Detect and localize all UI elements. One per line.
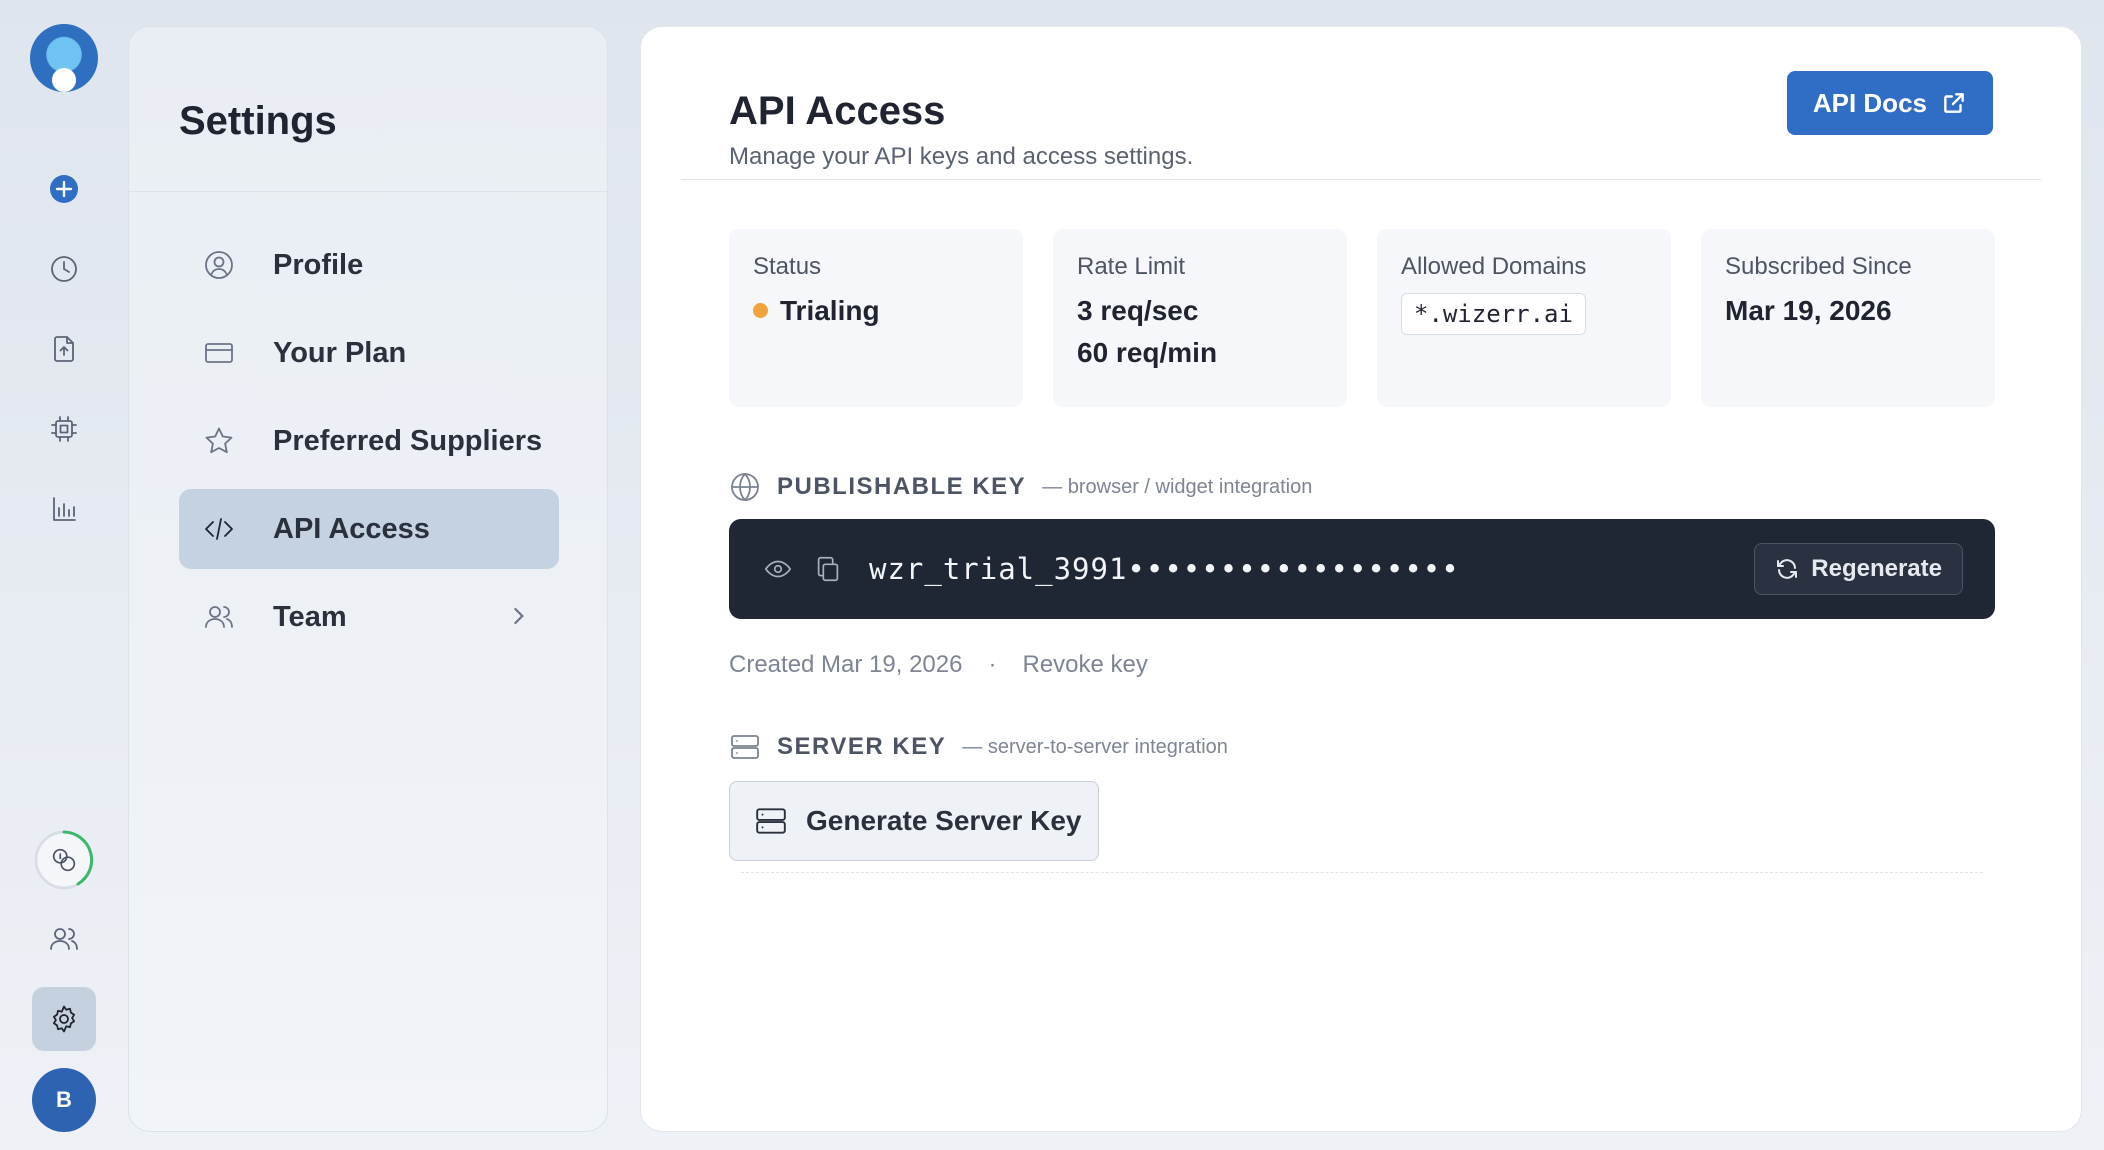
page-title: API Access bbox=[729, 89, 946, 133]
avatar[interactable]: B bbox=[32, 1068, 96, 1132]
gear-icon bbox=[53, 1005, 75, 1033]
star-icon bbox=[179, 425, 259, 457]
server-icon bbox=[756, 808, 786, 834]
sidebar-item-preferred-suppliers[interactable]: Preferred Suppliers bbox=[179, 401, 559, 481]
credits-indicator[interactable] bbox=[34, 830, 94, 890]
server-key-title: SERVER KEY bbox=[777, 733, 947, 760]
sidebar-item-profile[interactable]: Profile bbox=[179, 225, 559, 305]
copy-key-button[interactable] bbox=[813, 554, 843, 584]
settings-divider bbox=[129, 191, 607, 192]
section-divider bbox=[741, 872, 1983, 873]
key-created-date: Created Mar 19, 2026 bbox=[729, 651, 963, 678]
publishable-key-value[interactable]: wzr_trial_3991•••••••••••••••••• bbox=[869, 552, 1460, 586]
chip-icon bbox=[51, 416, 77, 442]
sidebar-item-api-access[interactable]: API Access bbox=[179, 489, 559, 569]
rate-limit-per-sec: 3 req/sec bbox=[1077, 295, 1199, 326]
sidebar-item-label: Preferred Suppliers bbox=[273, 424, 543, 457]
server-key-header: SERVER KEY — server-to-server integratio… bbox=[729, 731, 1228, 763]
generate-server-key-button[interactable]: Generate Server Key bbox=[729, 781, 1099, 861]
copy-icon bbox=[817, 556, 839, 582]
chevron-right-icon bbox=[505, 603, 531, 634]
subscribed-since-label: Subscribed Since bbox=[1725, 253, 1912, 280]
bar-chart-icon bbox=[53, 497, 76, 521]
new-item-button[interactable] bbox=[32, 157, 96, 221]
status-value-row: Trialing bbox=[753, 295, 999, 327]
status-value: Trialing bbox=[780, 295, 880, 326]
settings-panel: Settings Profile Your Plan Preferred Sup… bbox=[128, 26, 608, 1132]
rate-limit-card: Rate Limit 3 req/sec 60 req/min bbox=[1053, 229, 1347, 407]
main-content: API Access Manage your API keys and acce… bbox=[640, 26, 2082, 1132]
regenerate-label: Regenerate bbox=[1811, 555, 1942, 582]
users-icon bbox=[50, 928, 78, 950]
file-upload-icon bbox=[54, 336, 74, 362]
code-icon bbox=[179, 513, 259, 545]
status-label: Status bbox=[753, 253, 822, 280]
header-divider bbox=[681, 179, 2041, 180]
allowed-domains-card: Allowed Domains *.wizerr.ai bbox=[1377, 229, 1671, 407]
app-rail: B bbox=[0, 0, 128, 1150]
publishable-key-title: PUBLISHABLE KEY bbox=[777, 473, 1027, 500]
publishable-key-header: PUBLISHABLE KEY — browser / widget integ… bbox=[729, 471, 1312, 503]
page-subtitle: Manage your API keys and access settings… bbox=[729, 143, 1194, 170]
api-docs-label: API Docs bbox=[1812, 87, 1927, 118]
api-docs-button[interactable]: API Docs bbox=[1786, 71, 1993, 135]
plus-icon bbox=[50, 175, 78, 203]
allowed-domain-chip: *.wizerr.ai bbox=[1401, 293, 1586, 335]
rate-limit-label: Rate Limit bbox=[1077, 253, 1186, 280]
eye-icon bbox=[764, 560, 792, 578]
users-icon bbox=[179, 601, 259, 633]
rate-limit-per-min: 60 req/min bbox=[1077, 337, 1218, 368]
refresh-icon bbox=[1777, 559, 1798, 579]
sidebar-item-label: Your Plan bbox=[273, 336, 407, 369]
subscribed-since-value: Mar 19, 2026 bbox=[1725, 295, 1892, 326]
settings-button[interactable] bbox=[32, 987, 96, 1051]
credits-progress-ring bbox=[34, 830, 94, 890]
regenerate-button[interactable]: Regenerate bbox=[1754, 543, 1963, 595]
reveal-key-button[interactable] bbox=[763, 554, 793, 584]
history-button[interactable] bbox=[32, 237, 96, 301]
generate-server-key-label: Generate Server Key bbox=[806, 805, 1082, 836]
status-dot bbox=[753, 303, 768, 319]
clock-icon bbox=[51, 256, 77, 282]
revoke-key-link[interactable]: Revoke key bbox=[1022, 651, 1147, 679]
sidebar-item-label: Team bbox=[273, 600, 347, 633]
sidebar-item-label: API Access bbox=[273, 512, 430, 545]
allowed-domains-label: Allowed Domains bbox=[1401, 253, 1587, 280]
publishable-key-meta: Created Mar 19, 2026 · Revoke key bbox=[729, 651, 1148, 679]
credit-card-icon bbox=[179, 337, 259, 369]
meta-separator: · bbox=[988, 651, 997, 678]
publishable-key-note: — browser / widget integration bbox=[1042, 475, 1313, 498]
sidebar-item-label: Profile bbox=[273, 248, 364, 281]
chip-button[interactable] bbox=[32, 397, 96, 461]
upload-button[interactable] bbox=[32, 317, 96, 381]
analytics-button[interactable] bbox=[32, 477, 96, 541]
status-card: Status Trialing bbox=[729, 229, 1023, 407]
logo-icon[interactable] bbox=[30, 24, 98, 92]
server-key-note: — server-to-server integration bbox=[962, 735, 1228, 758]
sidebar-item-team[interactable]: Team bbox=[179, 577, 559, 657]
settings-title: Settings bbox=[179, 99, 337, 143]
globe-icon bbox=[731, 473, 759, 501]
team-button[interactable] bbox=[32, 907, 96, 971]
user-circle-icon bbox=[179, 249, 259, 281]
publishable-key-field: wzr_trial_3991•••••••••••••••••• Regener… bbox=[729, 519, 1995, 619]
subscribed-since-card: Subscribed Since Mar 19, 2026 bbox=[1701, 229, 1995, 407]
server-icon bbox=[731, 735, 759, 759]
sidebar-item-your-plan[interactable]: Your Plan bbox=[179, 313, 559, 393]
external-link-icon bbox=[1944, 93, 1964, 113]
